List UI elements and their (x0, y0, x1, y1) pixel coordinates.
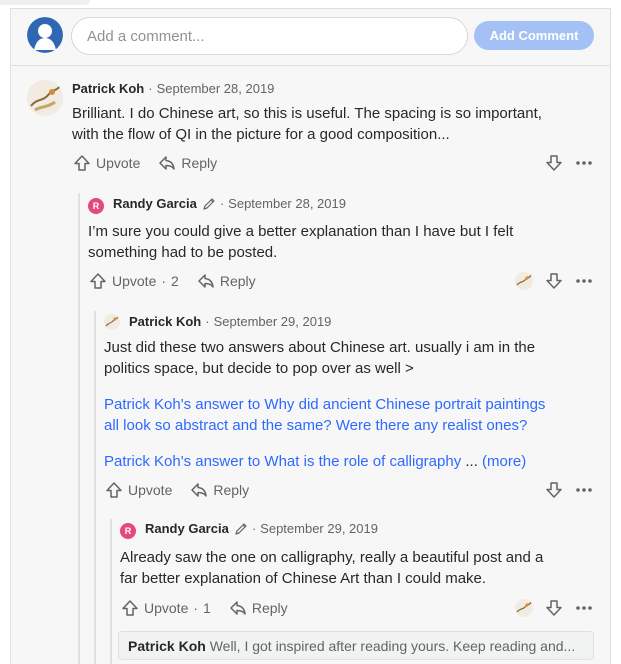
reply-label: Reply (251, 600, 288, 616)
comment-body: I’m sure you could give a better explana… (88, 221, 588, 263)
comment-body: Just did these two answers about Chinese… (104, 337, 594, 379)
upvote-label: Upvote (144, 600, 189, 616)
upvote-count: 2 (171, 273, 179, 289)
upvote-icon (74, 155, 90, 171)
top-edge-fragment (0, 0, 90, 5)
upvote-icon (122, 600, 138, 616)
comment-date[interactable]: September 29, 2019 (214, 314, 332, 329)
answer-link[interactable]: Patrick Koh's answer to What is the role… (104, 453, 461, 470)
comment-text-line: Just did these two answers about Chinese… (104, 339, 536, 356)
comment-body: Brilliant. I do Chinese art, so this is … (72, 103, 592, 145)
comment-text-line: with the flow of QI in the picture for a… (72, 126, 450, 143)
comment-header: Patrick Koh · September 29, 2019 (129, 314, 331, 329)
downvote-icon[interactable] (545, 481, 563, 499)
comment-text-line: politics space, but decide to pop over a… (104, 360, 414, 377)
comment-actions: Upvote Reply (73, 154, 235, 172)
avatar[interactable]: R (88, 198, 104, 214)
ellipsis: ... (465, 453, 478, 470)
comment-text-line: far better explanation of Chinese Art th… (120, 570, 487, 587)
separator-dot: · (161, 273, 167, 289)
upvote-icon (106, 482, 122, 498)
comment-author[interactable]: Patrick Koh (72, 81, 144, 96)
reply-button[interactable]: Reply (158, 154, 217, 172)
downvote-icon[interactable] (545, 599, 563, 617)
reply-button[interactable]: Reply (197, 272, 256, 290)
upvote-button[interactable]: Upvote · 1 (121, 599, 211, 617)
reply-button[interactable]: Reply (190, 481, 249, 499)
add-comment-button[interactable]: Add Comment (474, 21, 594, 50)
comment-composer: Add Comment (11, 9, 610, 66)
avatar[interactable] (27, 80, 63, 116)
reply-label: Reply (213, 482, 250, 498)
reply-icon (191, 483, 208, 497)
comment-text-line: something had to be posted. (88, 244, 278, 261)
reply-preview[interactable]: Patrick Koh Well, I got inspired after r… (118, 631, 594, 660)
more-options-icon[interactable] (575, 599, 593, 617)
upvote-count: 1 (203, 600, 211, 616)
comment-author[interactable]: Randy Garcia (145, 521, 229, 536)
answer-link-row: Patrick Koh's answer to What is the role… (104, 451, 594, 472)
more-link[interactable]: (more) (482, 453, 526, 470)
comment-header: Patrick Koh · September 28, 2019 (72, 81, 274, 96)
comment-header: Randy Garcia · September 28, 2019 (113, 196, 346, 211)
avatar[interactable]: R (120, 523, 136, 539)
upvoter-avatar[interactable] (515, 599, 533, 617)
separator-dot: · (205, 314, 210, 329)
answer-link[interactable]: Patrick Koh's answer to Why did ancient … (104, 394, 594, 436)
answer-link-line[interactable]: Patrick Koh's answer to Why did ancient … (104, 394, 594, 415)
comment-actions: Upvote Reply (105, 481, 267, 499)
comment-date[interactable]: September 28, 2019 (228, 196, 346, 211)
comment-author[interactable]: Patrick Koh (129, 314, 201, 329)
more-options-icon[interactable] (575, 272, 593, 290)
upvote-button[interactable]: Upvote · 2 (89, 272, 179, 290)
thread-line (94, 311, 96, 664)
comment-actions: Upvote · 2 Reply (89, 272, 274, 290)
separator-dot: · (219, 196, 225, 211)
separator-dot: · (148, 81, 153, 96)
comment-right-actions (515, 599, 593, 617)
pencil-icon (203, 197, 215, 210)
comment-date[interactable]: September 28, 2019 (157, 81, 275, 96)
reply-icon (230, 601, 246, 615)
pencil-icon (235, 522, 247, 535)
comments-panel: Add Comment Patrick Koh · September 28, … (10, 8, 611, 664)
comment-date[interactable]: September 29, 2019 (260, 521, 378, 536)
answer-link-line[interactable]: all look so abstract and the same? Were … (104, 415, 594, 436)
upvote-icon (90, 273, 106, 289)
upvoter-avatar[interactable] (515, 272, 533, 290)
comment-right-actions (545, 481, 593, 499)
upvote-button[interactable]: Upvote (105, 481, 172, 499)
reply-icon (159, 156, 176, 170)
more-options-icon[interactable] (575, 481, 593, 499)
upvote-button[interactable]: Upvote (73, 154, 140, 172)
upvote-label: Upvote (112, 273, 157, 289)
reply-icon (198, 274, 214, 288)
comment-right-actions (545, 154, 593, 172)
upvote-label: Upvote (96, 155, 141, 171)
reply-label: Reply (181, 155, 218, 171)
preview-author: Patrick Koh (128, 638, 206, 654)
upvote-label: Upvote (128, 482, 173, 498)
more-options-icon[interactable] (575, 154, 593, 172)
downvote-icon[interactable] (545, 154, 563, 172)
separator-dot: · (251, 521, 257, 536)
separator-dot: · (193, 600, 199, 616)
comment-right-actions (515, 272, 593, 290)
thread-line (78, 193, 80, 664)
comment-body: Already saw the one on calligraphy, real… (120, 547, 600, 589)
comment-actions: Upvote · 1 Reply (121, 599, 306, 617)
comment-text-line: Brilliant. I do Chinese art, so this is … (72, 105, 542, 122)
comment-author[interactable]: Randy Garcia (113, 196, 197, 211)
user-avatar (27, 17, 63, 53)
comment-text-line: Already saw the one on calligraphy, real… (120, 549, 544, 566)
comment-header: Randy Garcia · September 29, 2019 (145, 521, 378, 536)
reply-label: Reply (219, 273, 256, 289)
comment-text-line: I’m sure you could give a better explana… (88, 223, 514, 240)
thread-line (110, 519, 112, 664)
reply-button[interactable]: Reply (229, 599, 288, 617)
avatar[interactable] (104, 314, 120, 330)
downvote-icon[interactable] (545, 272, 563, 290)
preview-text: Well, I got inspired after reading yours… (209, 638, 576, 654)
comment-input[interactable] (71, 17, 468, 55)
